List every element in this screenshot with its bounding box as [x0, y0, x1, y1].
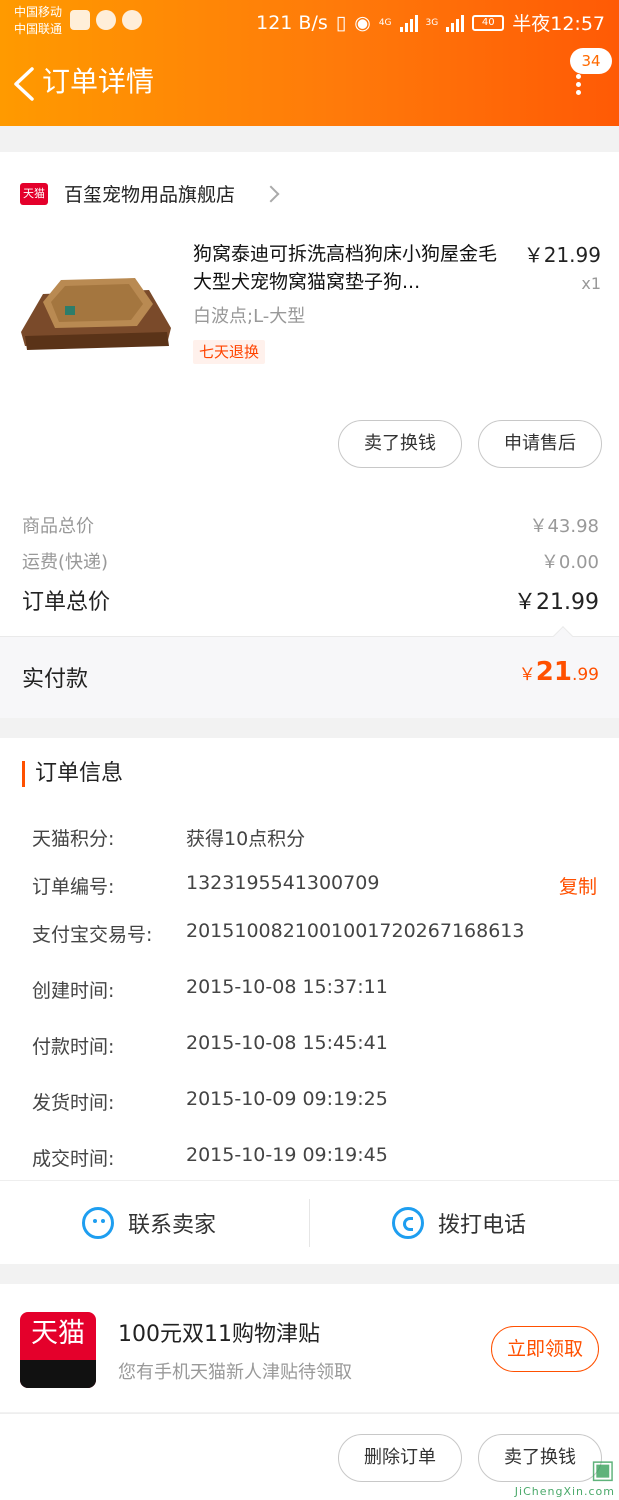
- call-phone-button[interactable]: 拨打电话: [392, 1181, 526, 1265]
- info-label: 付款时间:: [32, 1036, 115, 1058]
- shipping-value: ￥0.00: [540, 552, 599, 573]
- product-title[interactable]: 狗窝泰迪可拆洗高档狗床小狗屋金毛大型犬宠物窝猫窝垫子狗...: [193, 240, 508, 296]
- info-label: 订单编号:: [32, 876, 115, 898]
- amount-paid-value: ￥21.99: [518, 657, 599, 687]
- order-total-row: 订单总价 ￥21.99: [22, 584, 599, 616]
- claim-now-button[interactable]: 立即领取: [491, 1326, 599, 1372]
- carrier-2: 中国联通: [14, 22, 63, 36]
- chevron-right-icon: [262, 185, 280, 202]
- info-value: 2015-10-19 09:19:45: [186, 1144, 388, 1166]
- network-speed: 121 B/s: [256, 11, 328, 34]
- status-right: 121 B/s ▯ ◉ 4G 3G 40 半夜12:57: [256, 9, 605, 36]
- network-3g-label: 3G: [425, 17, 439, 28]
- info-label: 天猫积分:: [32, 828, 115, 850]
- info-value: 2015-10-08 15:37:11: [186, 976, 388, 998]
- page-title: 订单详情: [42, 65, 155, 98]
- back-arrow-icon[interactable]: [10, 66, 40, 102]
- goods-total-row: 商品总价 ￥43.98: [22, 512, 599, 538]
- promo-subtitle: 您有手机天猫新人津贴待领取: [118, 1362, 352, 1383]
- product-sku: 白波点;L-大型: [193, 306, 306, 327]
- goods-total-value: ￥43.98: [529, 516, 599, 537]
- delete-order-button[interactable]: 删除订单: [338, 1434, 462, 1482]
- status-bar: 中国移动 中国联通 121 B/s ▯ ◉ 4G 3G 40 半夜12:57: [0, 0, 619, 44]
- promo-title: 100元双11购物津贴: [118, 1322, 320, 1347]
- call-phone-label: 拨打电话: [438, 1213, 527, 1238]
- tmall-badge: 天猫: [20, 182, 48, 205]
- eye-icon: ◉: [354, 11, 371, 34]
- site-watermark: ▣ JiChengXin.com: [515, 1455, 615, 1498]
- order-total-label: 订单总价: [22, 590, 111, 615]
- sell-for-cash-button[interactable]: 卖了换钱: [338, 420, 462, 468]
- contact-seller-label: 联系卖家: [128, 1213, 217, 1238]
- order-info-card: 订单信息 天猫积分: 获得10点积分 订单编号: 132319554130070…: [0, 738, 619, 1264]
- battery-icon: 40: [472, 14, 505, 31]
- shop-header[interactable]: 天猫 百玺宠物用品旗舰店: [20, 180, 280, 207]
- info-label: 创建时间:: [32, 980, 115, 1002]
- order-info-title: 订单信息: [22, 761, 123, 787]
- shield-icon: [70, 10, 90, 30]
- chat-bubble-icon: [96, 10, 116, 30]
- app-notification-icon: [122, 10, 142, 30]
- info-value: 2015100821001001720267168613: [186, 920, 525, 942]
- signal-icon-2: [446, 14, 465, 32]
- shipping-label: 运费(快递): [22, 552, 109, 573]
- order-number-value: 1323195541300709: [186, 872, 380, 894]
- nav-bar: 订单详情 34: [0, 48, 619, 118]
- order-total-value: ￥21.99: [514, 590, 599, 615]
- info-value: 2015-10-09 09:19:25: [186, 1088, 388, 1110]
- message-count-badge: 34: [570, 48, 612, 74]
- network-4g-label: 4G: [378, 17, 392, 28]
- chat-face-icon: [82, 1207, 114, 1239]
- copy-order-number-button[interactable]: 复制: [559, 872, 597, 899]
- phone-icon: [392, 1207, 424, 1239]
- shop-name[interactable]: 百玺宠物用品旗舰店: [64, 180, 235, 207]
- watermark-logo: ▣: [590, 1455, 615, 1485]
- contact-bar: 联系卖家 拨打电话: [0, 1180, 619, 1264]
- product-thumbnail[interactable]: [17, 240, 173, 366]
- shipping-row: 运费(快递) ￥0.00: [22, 548, 599, 574]
- watermark-url: JiChengXin.com: [514, 1485, 615, 1498]
- info-value: 2015-10-08 15:45:41: [186, 1032, 388, 1054]
- vibrate-icon: ▯: [335, 11, 347, 34]
- after-sale-button[interactable]: 申请售后: [478, 420, 602, 468]
- carrier-labels: 中国移动 中国联通: [14, 4, 62, 38]
- info-label: 支付宝交易号:: [32, 924, 153, 946]
- header-bar: 中国移动 中国联通 121 B/s ▯ ◉ 4G 3G 40 半夜12:57 订…: [0, 0, 619, 126]
- clock: 半夜12:57: [512, 13, 605, 35]
- promo-card[interactable]: 天猫 100元双11购物津贴 您有手机天猫新人津贴待领取 立即领取: [0, 1284, 619, 1412]
- notification-icons: [70, 10, 142, 30]
- tmall-logo: 天猫: [20, 1312, 96, 1388]
- carrier-1: 中国移动: [14, 5, 63, 19]
- goods-total-label: 商品总价: [22, 516, 94, 537]
- contact-seller-button[interactable]: 联系卖家: [82, 1181, 216, 1265]
- return-policy-tag: 七天退换: [193, 340, 266, 364]
- amount-paid-box: 实付款 ￥21.99: [0, 626, 619, 718]
- amount-paid-label: 实付款: [22, 667, 89, 692]
- info-label: 发货时间:: [32, 1092, 115, 1114]
- more-menu-icon[interactable]: [566, 74, 590, 100]
- product-price: ￥21.99: [523, 243, 601, 267]
- order-card: 天猫 百玺宠物用品旗舰店 狗窝泰迪可拆洗高档狗床小狗屋金毛大型犬宠物窝猫窝垫子狗…: [0, 152, 619, 718]
- product-quantity: x1: [581, 274, 601, 293]
- info-label: 成交时间:: [32, 1148, 115, 1170]
- signal-icon: [399, 14, 418, 32]
- info-value: 获得10点积分: [186, 828, 306, 850]
